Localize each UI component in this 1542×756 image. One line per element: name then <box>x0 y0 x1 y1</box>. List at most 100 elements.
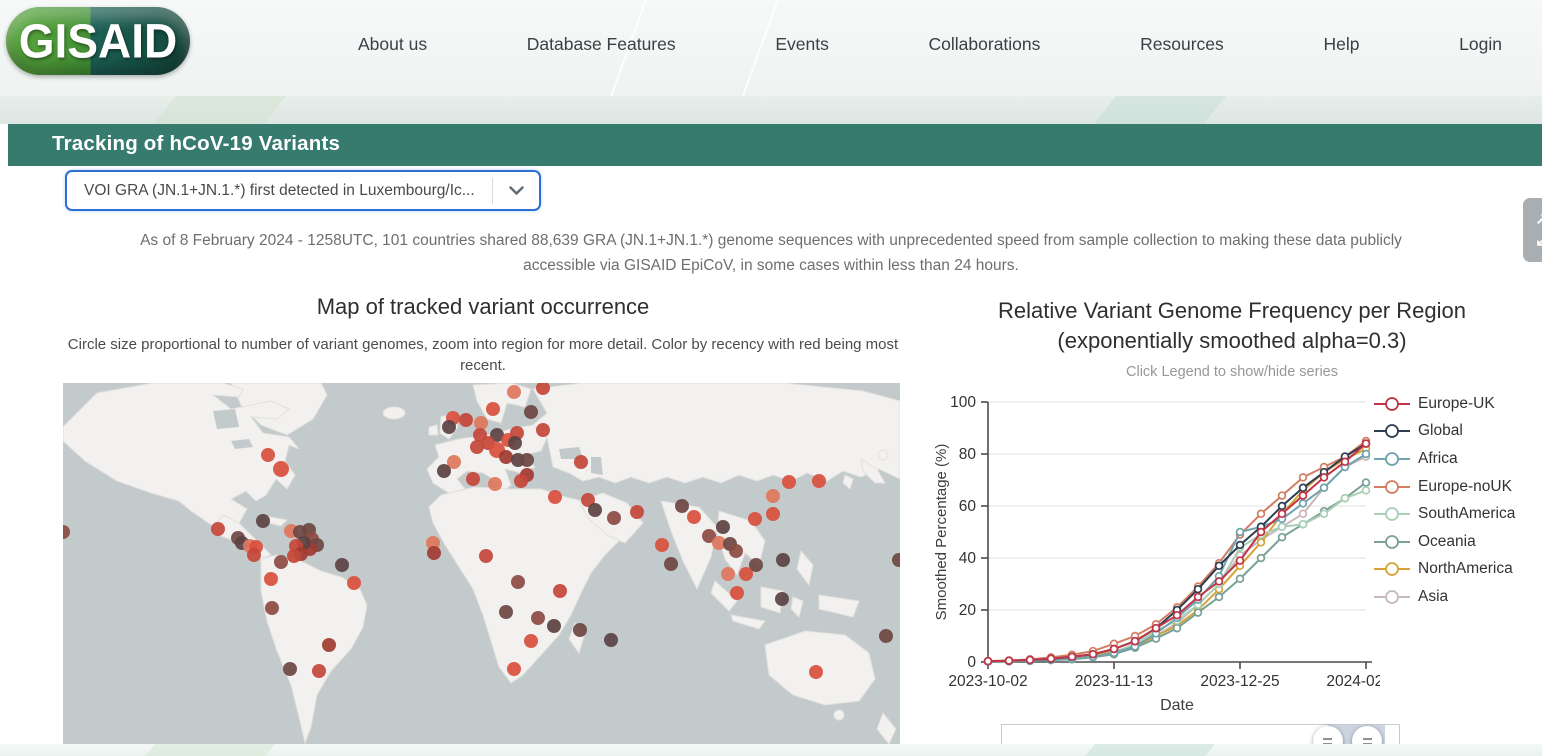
nav-item-events[interactable]: Events <box>775 34 829 55</box>
map-dot[interactable] <box>211 522 225 536</box>
expand-collapse-widget[interactable]: ↗ ↙ <box>1523 198 1542 262</box>
map-dot[interactable] <box>588 503 602 517</box>
map-dot[interactable] <box>524 634 538 648</box>
map-dot[interactable] <box>607 511 621 525</box>
map-dot[interactable] <box>729 544 743 558</box>
map-dot[interactable] <box>283 662 297 676</box>
map-dot[interactable] <box>721 567 735 581</box>
map-dot[interactable] <box>479 549 493 563</box>
map-dot[interactable] <box>730 586 744 600</box>
map-dot[interactable] <box>459 413 473 427</box>
map-dot[interactable] <box>548 490 562 504</box>
nav-item-database-features[interactable]: Database Features <box>527 34 676 55</box>
map-dot[interactable] <box>547 619 561 633</box>
legend-item-asia[interactable]: Asia <box>1374 583 1542 611</box>
nav-item-resources[interactable]: Resources <box>1140 34 1224 55</box>
legend-item-europe-uk[interactable]: Europe-UK <box>1374 390 1542 418</box>
map-dot[interactable] <box>574 455 588 469</box>
top-header: GISAID About us Database Features Events Co… <box>0 0 1542 136</box>
nav-item-login[interactable]: Login <box>1459 34 1502 55</box>
legend-item-africa[interactable]: Africa <box>1374 445 1542 473</box>
map-dot[interactable] <box>520 453 534 467</box>
chart-title: Relative Variant Genome Frequency per Re… <box>925 296 1539 356</box>
map-dot[interactable] <box>604 633 618 647</box>
map-dot[interactable] <box>312 664 326 678</box>
map-dot[interactable] <box>322 638 336 652</box>
decorative-stripe <box>1094 96 1226 124</box>
map-dot[interactable] <box>511 575 525 589</box>
map-dot[interactable] <box>782 475 796 489</box>
map-dot[interactable] <box>470 440 484 454</box>
map-dot[interactable] <box>655 538 669 552</box>
map-dot[interactable] <box>335 558 349 572</box>
map-dot[interactable] <box>630 505 644 519</box>
map-dot[interactable] <box>739 567 753 581</box>
legend-label: Europe-UK <box>1418 394 1495 412</box>
legend-label: Asia <box>1418 587 1449 605</box>
series-marker-europe-uk <box>1004 656 1014 665</box>
map-dot[interactable] <box>812 474 826 488</box>
series-marker-global <box>1277 501 1287 511</box>
series-marker-europe-nouk <box>1256 509 1266 519</box>
map-dot[interactable] <box>775 592 789 606</box>
nav-item-help[interactable]: Help <box>1323 34 1359 55</box>
map-dot[interactable] <box>687 510 701 524</box>
map-dot[interactable] <box>766 489 780 503</box>
map-dot[interactable] <box>776 553 790 567</box>
map-dot[interactable] <box>507 385 521 399</box>
nav-item-about-us[interactable]: About us <box>358 34 427 55</box>
series-marker-europe-uk <box>1235 556 1245 565</box>
map-dot[interactable] <box>261 448 275 462</box>
map-dot[interactable] <box>437 464 451 478</box>
map-dot[interactable] <box>766 507 780 521</box>
map-dot[interactable] <box>474 416 488 430</box>
series-marker-europe-uk <box>1109 644 1119 654</box>
map-dot[interactable] <box>716 520 730 534</box>
gisaid-logo[interactable]: GISAID <box>6 7 190 75</box>
map-dot[interactable] <box>274 555 288 569</box>
legend-label: NorthAmerica <box>1418 560 1513 578</box>
map-dot[interactable] <box>265 601 279 615</box>
world-map[interactable] <box>56 381 906 745</box>
map-dot[interactable] <box>466 472 480 486</box>
map-dot[interactable] <box>536 423 550 437</box>
map-dot[interactable] <box>524 405 538 419</box>
map-dot[interactable] <box>247 548 261 562</box>
legend-item-europe-nouk[interactable]: Europe-noUK <box>1374 473 1542 501</box>
legend-item-global[interactable]: Global <box>1374 418 1542 446</box>
world-map-svg <box>56 381 906 745</box>
map-dot[interactable] <box>809 665 823 679</box>
map-dot[interactable] <box>488 477 502 491</box>
map-dot[interactable] <box>287 549 301 563</box>
map-dot[interactable] <box>879 629 893 643</box>
map-dot[interactable] <box>514 474 528 488</box>
x-axis-title: Date <box>1160 697 1194 714</box>
series-marker-oceania <box>1193 608 1203 617</box>
nav-item-collaborations[interactable]: Collaborations <box>929 34 1041 55</box>
map-dot[interactable] <box>347 576 361 590</box>
map-dot[interactable] <box>664 557 678 571</box>
map-dot[interactable] <box>507 662 521 676</box>
map-dot[interactable] <box>427 546 441 560</box>
chart-title-line1: Relative Variant Genome Frequency per Re… <box>998 298 1466 323</box>
map-dot[interactable] <box>553 584 567 598</box>
y-tick-label: 0 <box>967 654 976 671</box>
map-dot[interactable] <box>573 623 587 637</box>
variant-selector-dropdown[interactable]: VOI GRA (JN.1+JN.1.*) first detected in … <box>65 170 541 211</box>
map-dot[interactable] <box>508 436 522 450</box>
map-dot[interactable] <box>442 420 456 434</box>
map-dot[interactable] <box>748 512 762 526</box>
map-dot[interactable] <box>256 514 270 528</box>
map-dot[interactable] <box>499 450 513 464</box>
legend-item-southamerica[interactable]: SouthAmerica <box>1374 500 1542 528</box>
map-dot[interactable] <box>264 572 278 586</box>
series-marker-europe-uk <box>1361 439 1371 448</box>
map-dot[interactable] <box>675 499 689 513</box>
map-dot[interactable] <box>486 402 500 416</box>
frequency-chart-svg: 0 20 40 60 80 100 2023-10-02 2023-11-13 2023-12-… <box>933 394 1406 714</box>
map-dot[interactable] <box>499 605 513 619</box>
map-dot[interactable] <box>531 611 545 625</box>
legend-item-oceania[interactable]: Oceania <box>1374 528 1542 556</box>
legend-item-northamerica[interactable]: NorthAmerica <box>1374 556 1542 584</box>
map-dot[interactable] <box>273 461 289 477</box>
